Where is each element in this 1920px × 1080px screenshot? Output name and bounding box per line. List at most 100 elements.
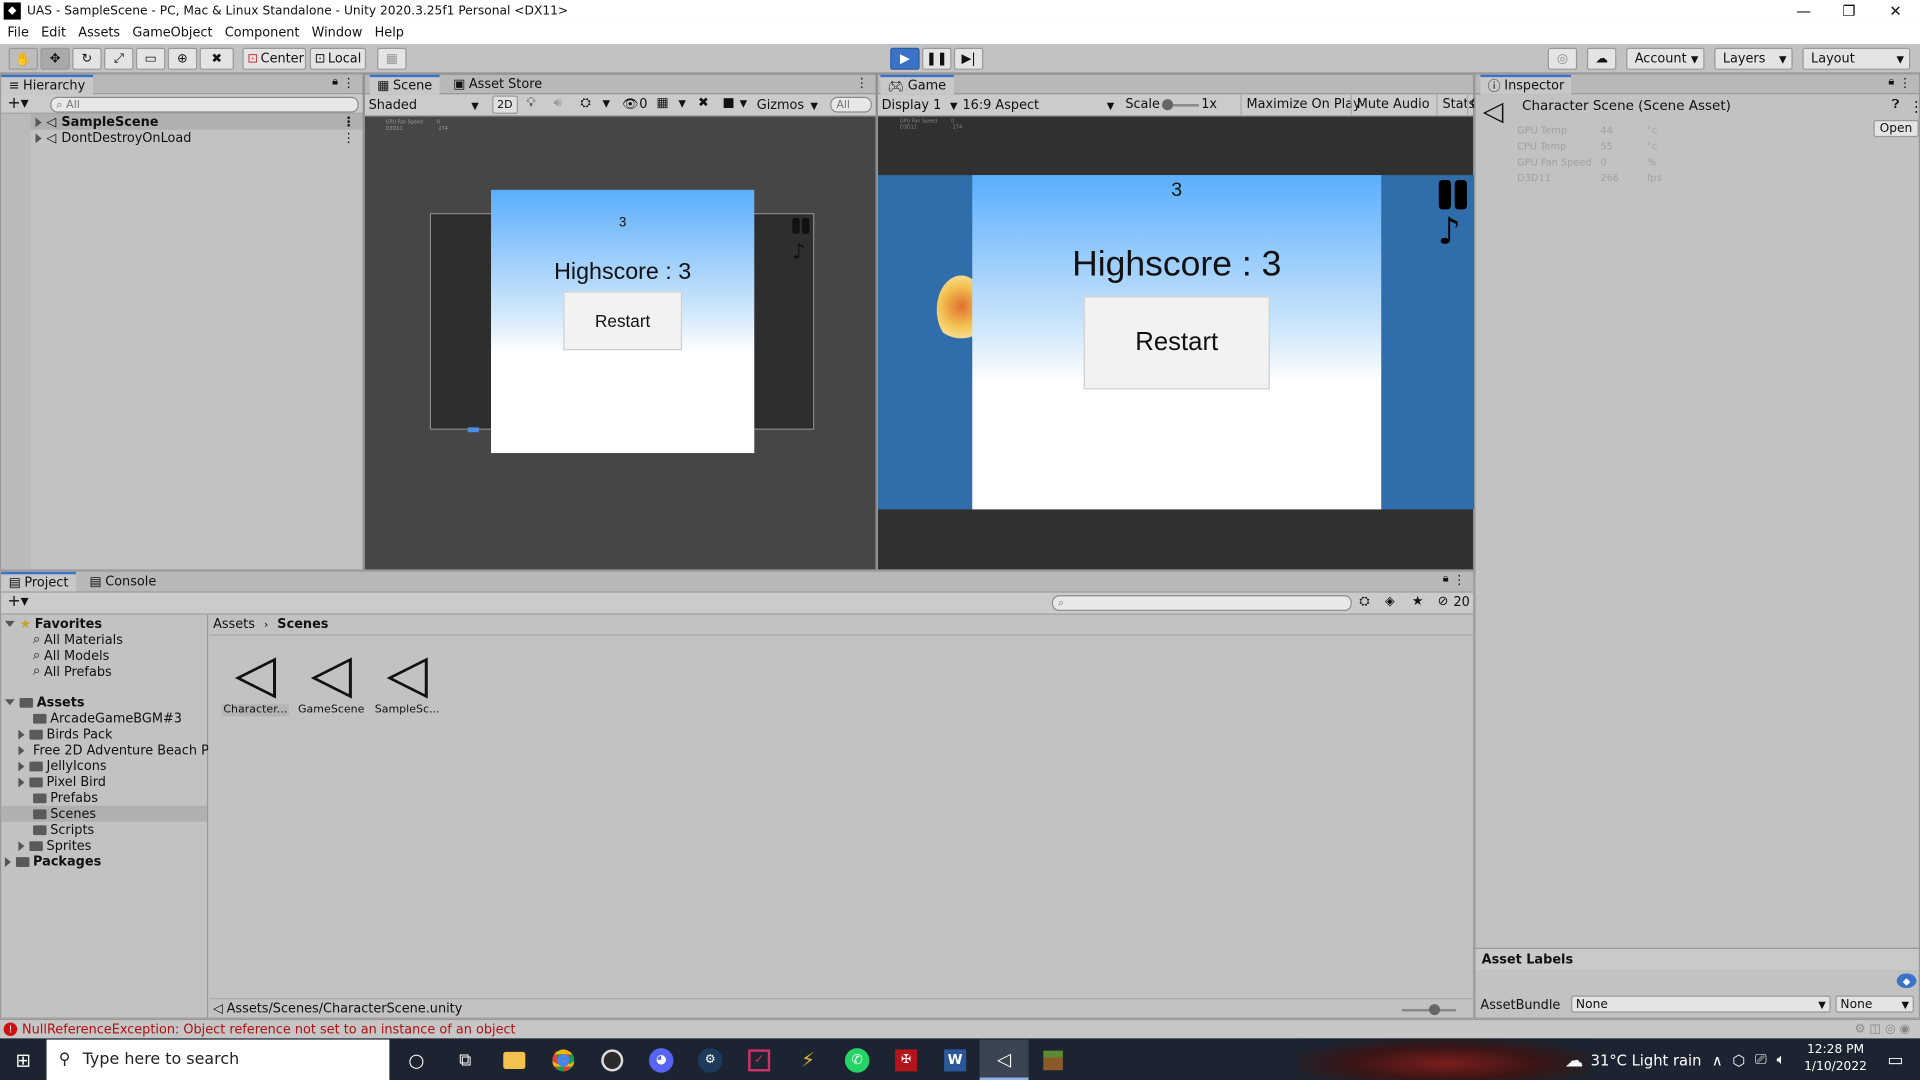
obs-button[interactable]: [588, 1040, 637, 1080]
rotate-tool-button[interactable]: ↻: [72, 47, 102, 70]
transform-tool-button[interactable]: ⊕: [167, 47, 198, 70]
collab-button[interactable]: ◎: [1547, 47, 1578, 70]
scale-tool-button[interactable]: ⤢: [104, 47, 134, 70]
whatsapp-button[interactable]: ✆: [833, 1040, 882, 1080]
task-view-button[interactable]: ⧉: [441, 1040, 490, 1080]
assets-header[interactable]: Assets: [4, 694, 85, 710]
tools-icon[interactable]: ✖: [698, 96, 709, 111]
pivot-local-button[interactable]: ⊡ Local: [309, 47, 367, 70]
menu-gameobject[interactable]: GameObject: [132, 26, 212, 41]
custom-tool-button[interactable]: ✖: [199, 47, 234, 70]
folder-item[interactable]: ArcadeGameBGM#3: [33, 710, 182, 726]
lock-icon[interactable]: 🔒︎: [332, 76, 338, 88]
favorites-header[interactable]: ★ Favorites: [4, 616, 102, 632]
audio-icon[interactable]: 🔊︎: [553, 96, 561, 112]
effects-icon[interactable]: ⛭: [580, 96, 590, 112]
icon-size-slider-thumb[interactable]: [1428, 1004, 1441, 1016]
grid-icon[interactable]: ▦: [656, 96, 668, 111]
folder-item[interactable]: Pixel Bird: [18, 774, 106, 790]
project-search-input[interactable]: ⌕: [1051, 595, 1352, 612]
lighting-icon[interactable]: 💡︎: [527, 96, 536, 112]
mute-audio-toggle[interactable]: Mute Audio: [1350, 94, 1435, 116]
weather-widget[interactable]: ☁ 31°C Light rain: [1565, 1040, 1701, 1080]
expand-arrow-icon[interactable]: [18, 840, 25, 851]
account-dropdown[interactable]: Account ▼: [1626, 47, 1705, 70]
expand-arrow-icon[interactable]: [35, 116, 42, 127]
tab-project[interactable]: ▤ Project: [1, 571, 76, 592]
asset-tile[interactable]: ◁ GameScene: [298, 645, 365, 725]
chevron-up-icon[interactable]: ∧: [1712, 1051, 1723, 1068]
play-button[interactable]: ▶: [890, 47, 920, 70]
aspect-dropdown[interactable]: 16:9 Aspect ▼: [962, 97, 1116, 114]
expand-arrow-icon[interactable]: [4, 620, 15, 627]
scale-slider-thumb[interactable]: [1162, 99, 1174, 111]
filter-type-icon[interactable]: ⛭: [1359, 594, 1369, 610]
chevron-down-icon[interactable]: ▼: [602, 98, 610, 109]
folder-item[interactable]: JellyIcons: [18, 758, 107, 774]
add-icon[interactable]: +▾: [7, 94, 28, 112]
packages-header[interactable]: Packages: [4, 853, 101, 869]
maximize-on-play-toggle[interactable]: Maximize On Play: [1240, 94, 1365, 116]
folder-item-selected[interactable]: Scenes: [1, 805, 207, 822]
item-menu-icon[interactable]: ⋮: [342, 114, 355, 129]
minecraft-button[interactable]: [1029, 1040, 1078, 1080]
expand-arrow-icon[interactable]: [18, 729, 25, 739]
expand-arrow-icon[interactable]: [4, 699, 15, 706]
inspector-menu-icon[interactable]: ⋮: [1909, 98, 1920, 115]
restore-button[interactable]: ❐: [1827, 0, 1871, 22]
scene-search-input[interactable]: All: [830, 96, 872, 113]
assetbundle-variant-dropdown[interactable]: None ▼: [1835, 995, 1914, 1013]
tab-hierarchy[interactable]: ≡ Hierarchy: [1, 74, 93, 95]
taskbar-search-input[interactable]: ⚲ Type here to search: [46, 1039, 390, 1080]
favorite-star-icon[interactable]: ★: [1412, 594, 1424, 609]
tab-console[interactable]: ▤ Console: [82, 572, 164, 592]
app-button-pink[interactable]: ✓: [735, 1040, 784, 1080]
camera-icon[interactable]: ■: [722, 96, 734, 111]
network-icon[interactable]: ⬡: [1732, 1051, 1745, 1068]
notifications-button[interactable]: ▭: [1871, 1040, 1920, 1080]
hierarchy-search-input[interactable]: ⌕ All: [50, 96, 359, 113]
toggle-2d-button[interactable]: 2D: [492, 95, 518, 114]
favorite-item[interactable]: ⌕ All Materials: [33, 632, 123, 648]
panel-menu-icon[interactable]: ⋮: [342, 76, 355, 91]
shading-dropdown[interactable]: Shaded ▼: [369, 97, 482, 114]
tab-scene[interactable]: ▦ Scene: [369, 74, 440, 95]
steam-button[interactable]: ⚙: [686, 1040, 735, 1080]
start-button[interactable]: ⊞: [0, 1040, 47, 1080]
visibility-icon[interactable]: ⊘: [1438, 594, 1449, 609]
panel-menu-icon[interactable]: ⋮: [855, 76, 868, 91]
favorite-item[interactable]: ⌕ All Models: [33, 648, 109, 664]
label-tag-icon[interactable]: ◆: [1896, 973, 1917, 989]
step-button[interactable]: ▶|: [953, 47, 984, 70]
open-button[interactable]: Open: [1873, 120, 1919, 138]
chrome-button[interactable]: [539, 1040, 588, 1080]
assetbundle-dropdown[interactable]: None ▼: [1571, 995, 1831, 1013]
word-button[interactable]: W: [931, 1040, 980, 1080]
menu-assets[interactable]: Assets: [78, 26, 120, 41]
asset-tile[interactable]: ◁ Character...: [221, 645, 289, 725]
game-restart-button[interactable]: Restart: [1083, 296, 1270, 390]
lock-icon[interactable]: 🔒︎: [1443, 573, 1449, 585]
folder-item[interactable]: Prefabs: [33, 790, 98, 806]
rect-tool-button[interactable]: ▭: [135, 47, 166, 70]
cortana-button[interactable]: ○: [392, 1040, 441, 1080]
folder-item[interactable]: Sprites: [18, 838, 91, 854]
display-dropdown[interactable]: Display 1 ▼: [882, 97, 958, 114]
expand-arrow-icon[interactable]: [4, 856, 12, 867]
tab-inspector[interactable]: ⓘ Inspector: [1480, 74, 1572, 95]
layout-dropdown[interactable]: Layout ▼: [1802, 47, 1911, 70]
hierarchy-item-dontdestroyonload[interactable]: ◁ DontDestroyOnLoad ⋮: [1, 130, 362, 146]
folder-item[interactable]: Free 2D Adventure Beach Pa: [18, 742, 208, 758]
item-menu-icon[interactable]: ⋮: [342, 130, 355, 145]
breadcrumb-assets[interactable]: Assets: [213, 617, 255, 632]
unity-taskbar-button[interactable]: ◁: [979, 1039, 1029, 1080]
volume-icon[interactable]: 🔈︎: [1777, 1051, 1786, 1069]
cloud-button[interactable]: ☁: [1586, 47, 1617, 70]
pause-button[interactable]: ❚❚: [922, 47, 952, 70]
discord-button[interactable]: ◕: [637, 1040, 686, 1080]
panel-menu-icon[interactable]: ⋮: [1453, 573, 1466, 588]
scale-slider[interactable]: [1162, 99, 1199, 111]
pivot-center-button[interactable]: ⊡ Center: [242, 47, 307, 70]
filter-label-icon[interactable]: ◈: [1385, 594, 1395, 609]
app-button-gold[interactable]: ⚡: [784, 1040, 833, 1080]
